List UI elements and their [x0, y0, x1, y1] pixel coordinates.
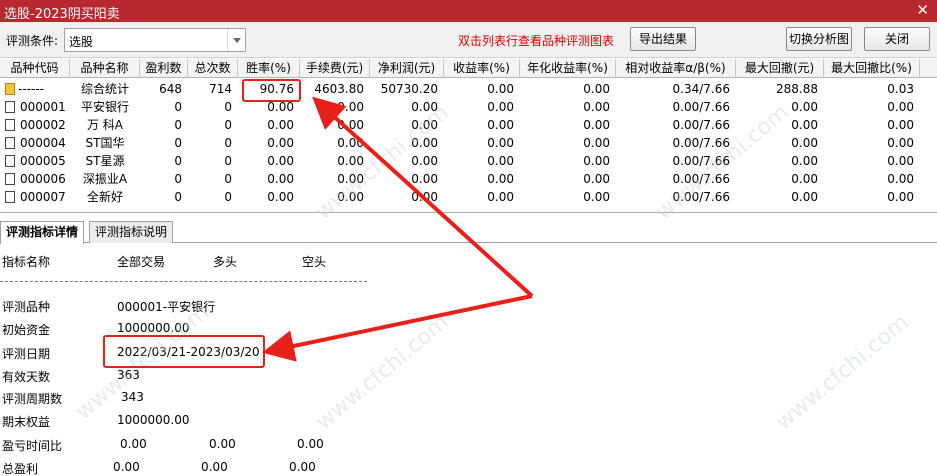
arrow-to-date — [262, 294, 533, 362]
arrow-to-winrate — [312, 96, 534, 298]
annotation-arrows — [262, 96, 534, 362]
